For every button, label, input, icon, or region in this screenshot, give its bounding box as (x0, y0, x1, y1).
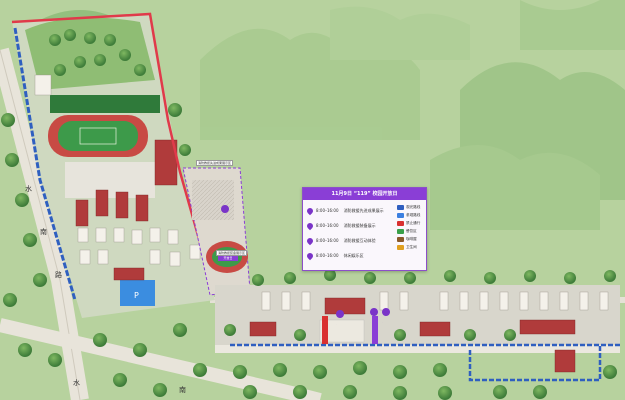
event-list: 8:00–16:00 消防救援先进成果展示 8:00–16:00 消防救援装备展… (305, 203, 393, 263)
legend-swatch (397, 244, 404, 250)
event-item: 8:00–16:00 休闲娱乐区 (305, 248, 393, 263)
legend-swatch (397, 212, 404, 218)
location-pin-icon (305, 206, 315, 215)
campus-map: P 开放日 水 南 路 水 南 消防救援先进成果展示区 消防救援装备展示区 11… (0, 0, 625, 400)
legend-item: 餐饮区 (397, 227, 425, 235)
event-time: 8:00–16:00 (316, 238, 339, 243)
event-name: 消防救援互动体验 (343, 237, 376, 243)
building-tag: 消防救援先进成果展示区 (196, 160, 234, 166)
road-label-char: 水 (73, 379, 80, 387)
road-label-char: 南 (179, 386, 186, 394)
legend: 观光路线 参观路线 禁止通行 餐饮区 咖啡屋 卫生间 (397, 203, 425, 251)
event-item: 8:00–16:00 消防救援先进成果展示 (305, 203, 393, 218)
legend-item: 禁止通行 (397, 219, 425, 227)
location-pin-icon (305, 251, 315, 260)
svg-text:P: P (134, 291, 139, 300)
panel-title: 11月9日 “119” 校园开放日 (303, 188, 426, 200)
legend-label: 咖啡屋 (406, 236, 417, 241)
event-name: 休闲娱乐区 (343, 252, 364, 258)
event-time: 8:00–16:00 (316, 253, 339, 258)
road-label-char: 路 (55, 271, 62, 279)
legend-label: 禁止通行 (406, 220, 421, 225)
location-pin-icon (305, 221, 315, 230)
legend-item: 咖啡屋 (397, 235, 425, 243)
legend-swatch (397, 204, 404, 210)
legend-label: 餐饮区 (406, 228, 417, 233)
legend-item: 卫生间 (397, 243, 425, 251)
sports-field (48, 115, 148, 157)
event-item: 8:00–16:00 消防救援互动体验 (305, 233, 393, 248)
event-name: 消防救援先进成果展示 (343, 207, 384, 213)
legend-label: 观光路线 (406, 204, 421, 209)
building-tag: 消防救援装备展示区 (216, 250, 248, 256)
event-time: 8:00–16:00 (316, 223, 339, 228)
legend-swatch (397, 228, 404, 234)
legend-swatch (397, 236, 404, 242)
open-day-panel: 11月9日 “119” 校园开放日 8:00–16:00 消防救援先进成果展示 … (302, 187, 427, 271)
legend-swatch (397, 220, 404, 226)
location-pin-icon (305, 236, 315, 245)
road-label-char: 南 (40, 228, 47, 236)
event-name: 消防救援装备展示 (343, 222, 376, 228)
legend-item: 观光路线 (397, 203, 425, 211)
legend-item: 参观路线 (397, 211, 425, 219)
legend-label: 卫生间 (406, 244, 417, 249)
road-label-char: 水 (25, 185, 32, 193)
panel-body: 8:00–16:00 消防救援先进成果展示 8:00–16:00 消防救援装备展… (303, 200, 426, 270)
legend-label: 参观路线 (406, 212, 421, 217)
event-item: 8:00–16:00 消防救援装备展示 (305, 218, 393, 233)
event-time: 8:00–16:00 (316, 208, 339, 213)
